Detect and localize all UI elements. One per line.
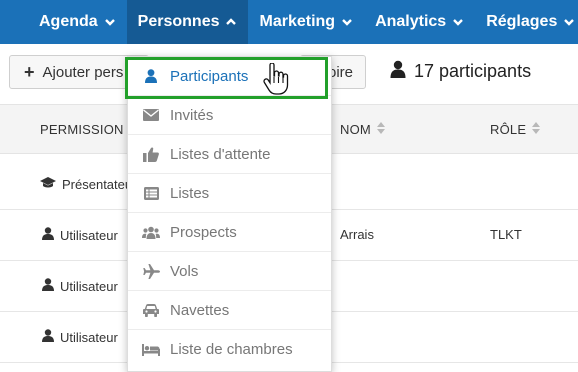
nom-value: Arrais [340, 227, 374, 242]
top-nav: Agenda Personnes Marketing Analytics Rég… [0, 0, 578, 44]
menu-item-label: Vols [170, 262, 199, 280]
chevron-down-icon [563, 16, 575, 28]
nav-analytics[interactable]: Analytics [364, 0, 475, 44]
menu-item-navettes[interactable]: Navettes [128, 291, 331, 330]
column-label: NOM [340, 122, 371, 137]
menu-item-listes-attente[interactable]: Listes d'attente [128, 135, 331, 174]
chevron-up-icon [225, 16, 237, 28]
user-icon [42, 278, 54, 294]
role-cell: TLKT [490, 227, 522, 242]
participant-count: 17 participants [390, 60, 531, 83]
column-label: PERMISSION [40, 122, 124, 137]
hand-pointer-icon [262, 62, 290, 100]
column-header-permission[interactable]: PERMISSION [40, 122, 124, 137]
chevron-down-icon [341, 16, 353, 28]
user-icon [390, 60, 406, 83]
sort-icon[interactable] [376, 122, 385, 137]
chevron-down-icon [104, 16, 116, 28]
permission-label: Présentateur [62, 177, 137, 192]
selection-highlight [125, 57, 328, 99]
nav-personnes[interactable]: Personnes [126, 0, 249, 44]
permission-cell: Utilisateur [42, 227, 118, 243]
role-value: TLKT [490, 227, 522, 242]
menu-item-label: Navettes [170, 301, 230, 319]
plane-icon [142, 263, 160, 279]
nav-label: Marketing [259, 13, 336, 30]
column-header-nom[interactable]: NOM [340, 122, 385, 137]
menu-item-liste-chambres[interactable]: Liste de chambres [128, 330, 331, 369]
envelope-icon [142, 107, 160, 123]
car-icon [142, 302, 160, 318]
sort-icon[interactable] [532, 122, 541, 137]
bed-icon [142, 342, 160, 358]
column-label: RÔLE [490, 122, 527, 137]
participant-count-label: 17 participants [414, 61, 532, 81]
menu-item-label: Prospects [170, 223, 237, 241]
permission-label: Utilisateur [60, 227, 118, 243]
nom-cell: Arrais [340, 227, 374, 242]
add-button-label: Ajouter pers [42, 63, 124, 81]
user-icon [42, 227, 54, 243]
chevron-down-icon [452, 16, 464, 28]
menu-item-listes[interactable]: Listes [128, 174, 331, 213]
nav-reglages[interactable]: Réglages [475, 0, 578, 44]
menu-item-label: Listes d'attente [170, 145, 271, 163]
nav-label: Agenda [39, 13, 98, 30]
menu-item-prospects[interactable]: Prospects [128, 213, 331, 252]
menu-item-invites[interactable]: Invités [128, 96, 331, 135]
nav-label: Réglages [486, 13, 558, 30]
nav-marketing[interactable]: Marketing [248, 0, 364, 44]
nav-label: Analytics [375, 13, 447, 30]
menu-item-label: Invités [170, 106, 214, 124]
permission-cell: Présentateur [40, 177, 136, 192]
list-icon [142, 185, 160, 201]
nav-label: Personnes [137, 13, 220, 30]
users-icon [142, 224, 160, 240]
permission-cell: Utilisateur [42, 278, 118, 294]
menu-item-vols[interactable]: Vols [128, 252, 331, 291]
personnes-dropdown-menu: Participants Invités Listes d'attente Li… [127, 56, 332, 372]
plus-icon: + [24, 61, 35, 82]
permission-label: Utilisateur [60, 278, 118, 294]
user-icon [42, 329, 54, 345]
thumbs-up-icon [142, 146, 160, 162]
graduation-cap-icon [40, 177, 56, 192]
menu-item-label: Listes [170, 184, 210, 202]
permission-cell: Utilisateur [42, 329, 118, 345]
menu-item-label: Liste de chambres [170, 341, 293, 358]
nav-agenda[interactable]: Agenda [0, 0, 127, 44]
column-header-role[interactable]: RÔLE [490, 122, 541, 137]
permission-label: Utilisateur [60, 329, 118, 345]
